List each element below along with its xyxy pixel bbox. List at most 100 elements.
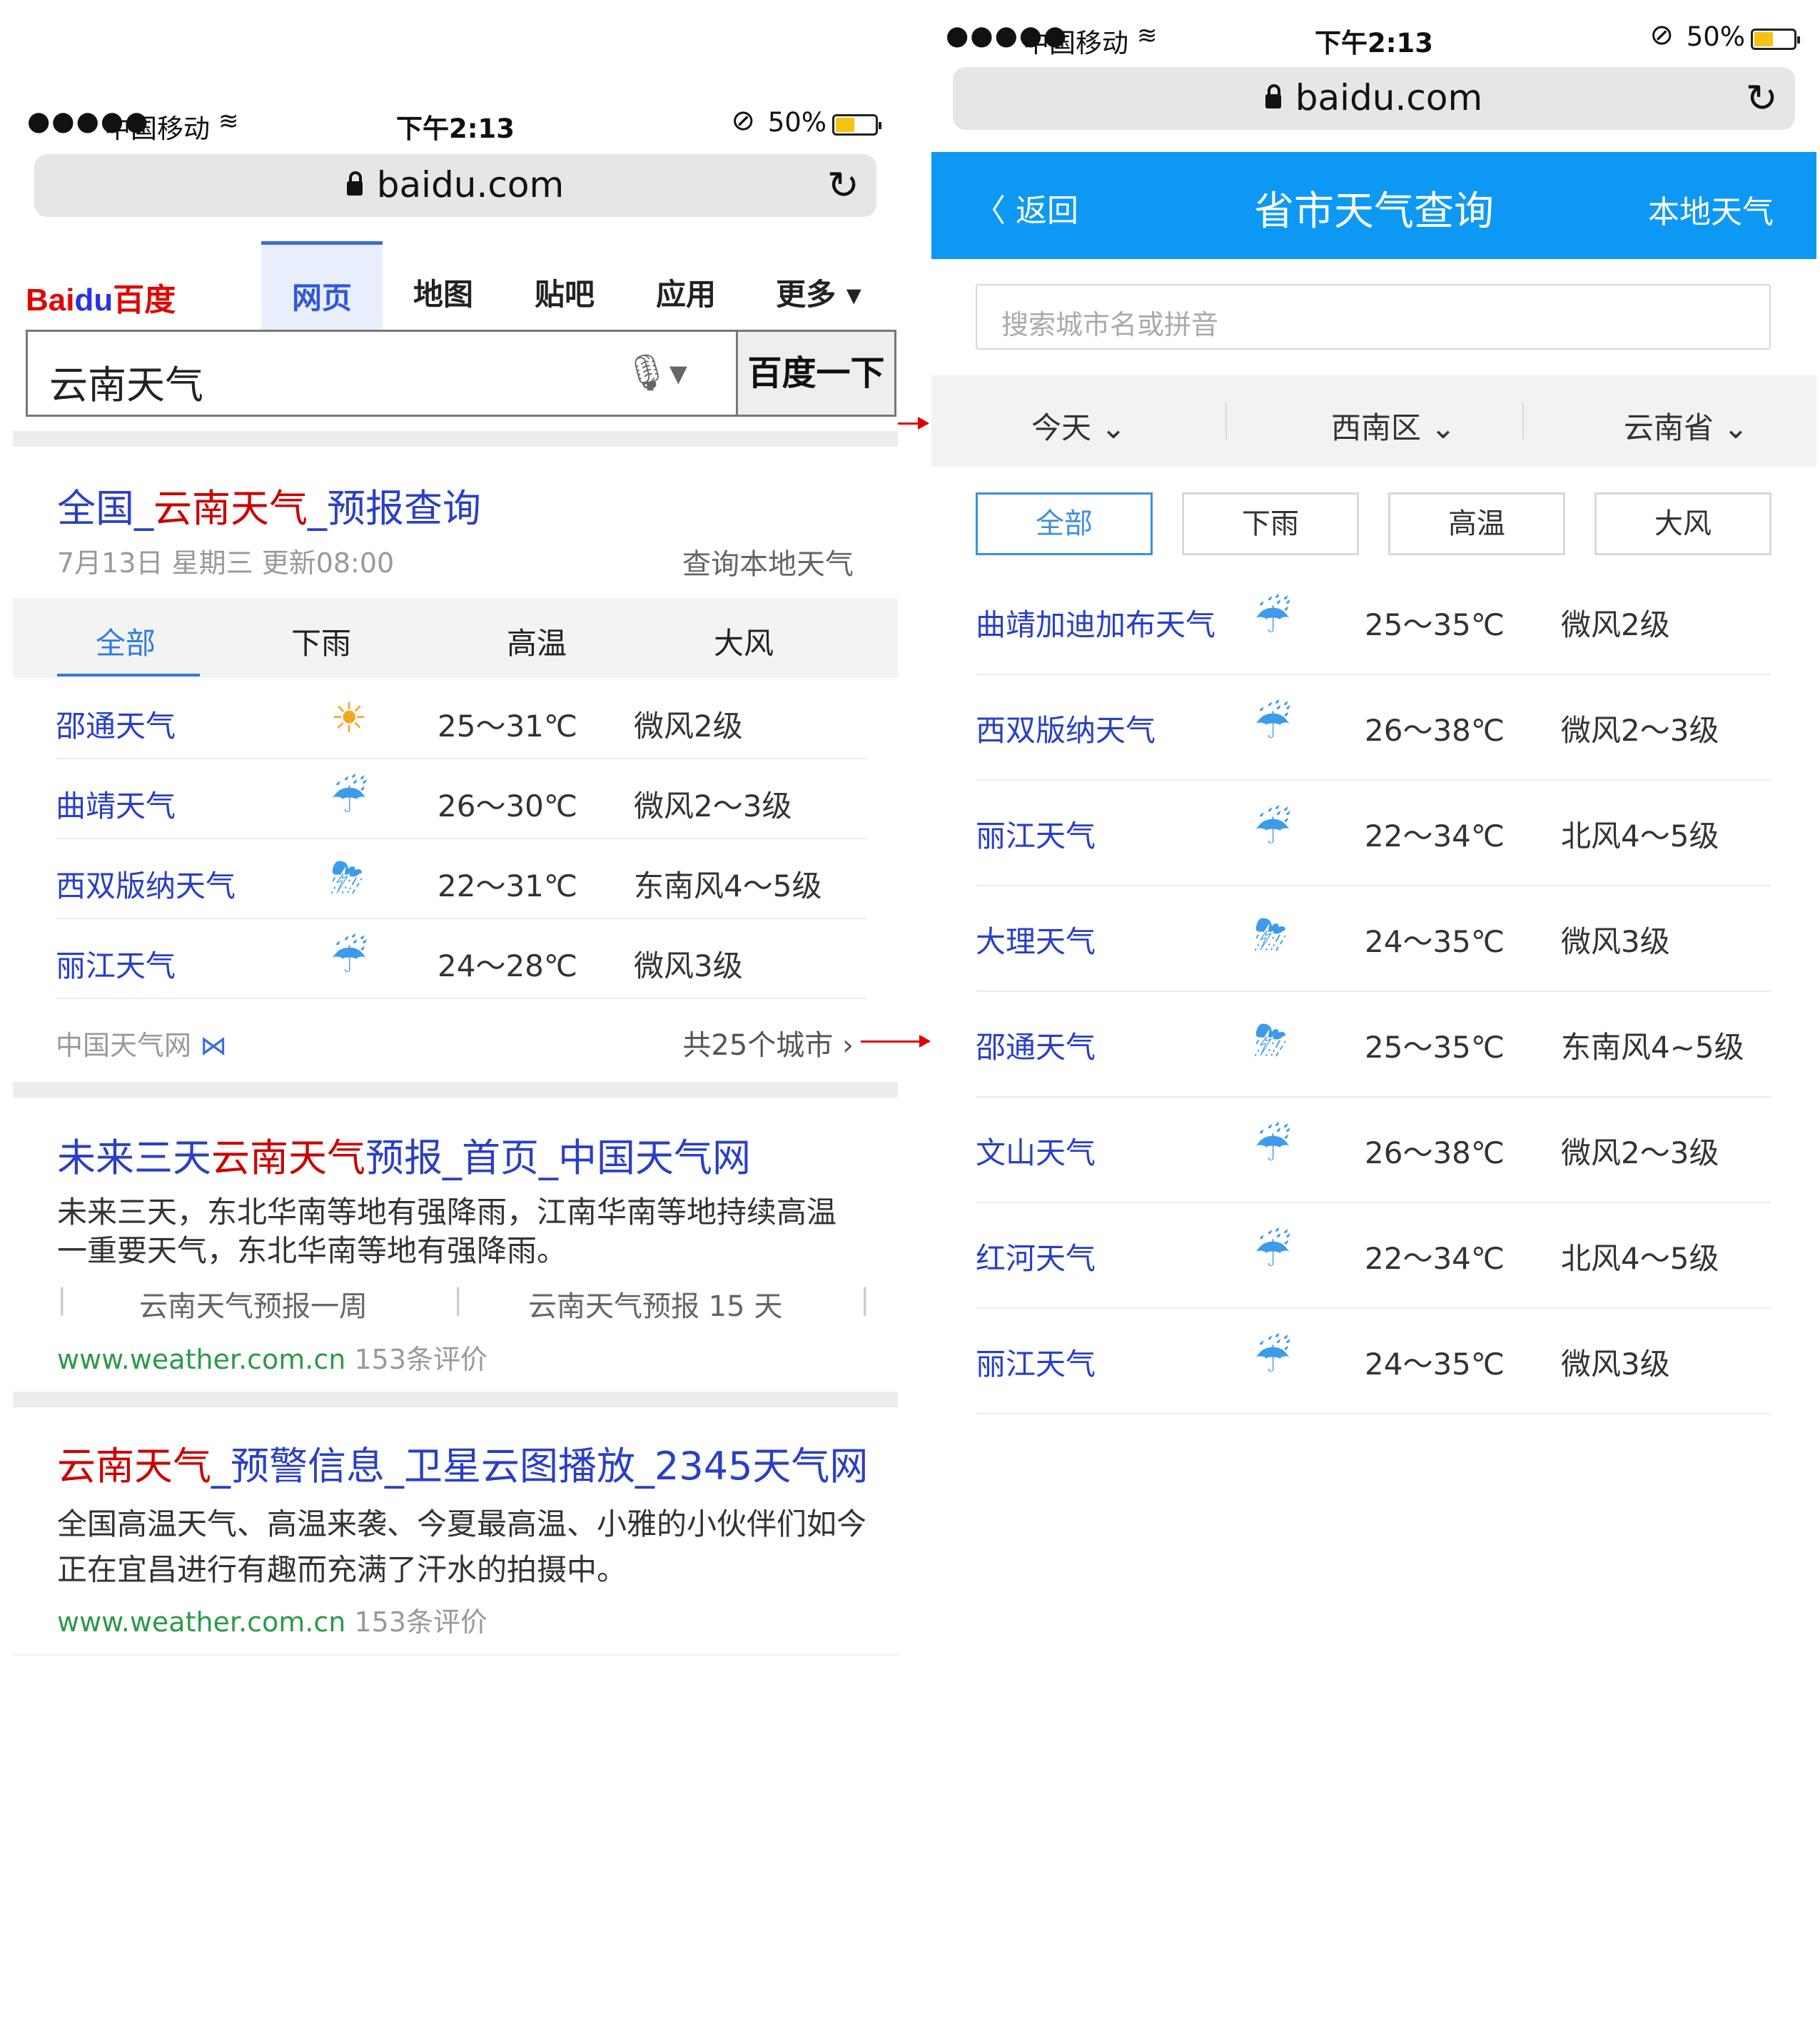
city-name[interactable]: 丽江天气	[56, 942, 176, 986]
weather-row[interactable]: 文山天气 ☔ 26～38℃ 微风2～3级	[976, 1098, 1771, 1203]
filter-divider	[1522, 402, 1524, 440]
battery-percent: 50%	[767, 107, 826, 138]
wind: 北风4～5级	[1561, 1241, 1719, 1276]
sublink-15day[interactable]: 云南天气预报 15 天	[528, 1283, 782, 1325]
result-title[interactable]: 全国_云南天气_预报查询	[57, 477, 481, 533]
battery-icon	[832, 114, 881, 136]
wtab-hot[interactable]: 高温	[507, 619, 567, 663]
wind: 微风2～3级	[1561, 1135, 1719, 1170]
sublink-week[interactable]: 云南天气预报一周	[139, 1283, 368, 1325]
mic-icon[interactable]: 🎙▾	[624, 352, 687, 394]
filter-province[interactable]: 云南省 ⌄	[1624, 404, 1749, 447]
local-weather-button[interactable]: 本地天气	[1648, 186, 1774, 232]
wtab-rain[interactable]: 下雨	[291, 619, 351, 663]
wtab-all[interactable]: 全部	[96, 619, 156, 663]
temp: 22～34℃	[1365, 819, 1505, 854]
local-weather-link[interactable]: 查询本地天气	[682, 541, 854, 582]
weather-row[interactable]: 丽江天气 ☔ 24～35℃ 微风3级	[976, 1309, 1771, 1414]
address-bar[interactable]: baidu.com ↻	[34, 154, 876, 217]
chip-all[interactable]: 全部	[976, 492, 1153, 555]
result-url[interactable]: www.weather.com.cn 153条评价	[57, 1600, 487, 1639]
temp: 25～31℃	[438, 709, 578, 744]
weather-filter-tabs: 全部 下雨 高温 大风	[13, 598, 898, 678]
weather-row[interactable]: 丽江天气 ☔ 22～34℃ 北风4～5级	[976, 781, 1771, 886]
filter-region[interactable]: 西南区 ⌄	[1331, 404, 1456, 447]
city-name[interactable]: 西双版纳天气	[976, 706, 1156, 750]
url-domain: baidu.com	[1295, 77, 1483, 118]
city-name[interactable]: 曲靖加迪加布天气	[976, 601, 1215, 644]
result-title[interactable]: 未来三天云南天气预报_首页_中国天气网	[57, 1126, 751, 1182]
temp: 26～38℃	[1365, 713, 1505, 748]
weather-row[interactable]: 西双版纳天气 ⛈ 22～31℃ 东南风4～5级	[56, 839, 866, 919]
wind: 东南风4～5级	[634, 868, 822, 903]
wind: 微风2～3级	[634, 789, 792, 824]
tab-more[interactable]: 更多 ▾	[751, 241, 886, 330]
status-bar: ●●●●● 中国移动 ≋ 下午2:13 ⊘ 50%	[13, 98, 898, 148]
city-name[interactable]: 红河天气	[976, 1235, 1096, 1278]
rain-icon: ☔	[1254, 699, 1291, 748]
active-tab-underline	[57, 674, 200, 677]
weather-row[interactable]: 西双版纳天气 ☔ 26～38℃ 微风2～3级	[976, 675, 1771, 781]
city-name[interactable]: 邵通天气	[976, 1023, 1096, 1067]
wind: 北风4～5级	[1561, 819, 1719, 854]
wind: 微风2级	[634, 709, 743, 744]
city-name[interactable]: 文山天气	[976, 1129, 1096, 1173]
wind: 微风3级	[634, 948, 743, 983]
more-cities-link[interactable]: 共25个城市 ›	[682, 1022, 854, 1063]
weather-row[interactable]: 邵通天气 ⛈ 25～35℃ 东南风4~5级	[976, 992, 1771, 1098]
divider	[13, 431, 898, 447]
weather-row[interactable]: 曲靖天气 ☔ 26～30℃ 微风2～3级	[56, 759, 866, 839]
filter-day[interactable]: 今天 ⌄	[1031, 404, 1126, 447]
tab-tieba[interactable]: 贴吧	[504, 241, 625, 330]
city-name[interactable]: 大理天气	[976, 918, 1096, 961]
chip-wind[interactable]: 大风	[1594, 492, 1771, 555]
result-url[interactable]: www.weather.com.cn 153条评价	[57, 1337, 487, 1377]
result-title[interactable]: 云南天气_预警信息_卫星云图播放_2345天气网	[57, 1434, 868, 1491]
search-button[interactable]: 百度一下	[736, 332, 894, 415]
update-date: 7月13日 星期三 更新08:00	[57, 547, 395, 579]
temp: 22～34℃	[1365, 1241, 1505, 1276]
tab-web[interactable]: 网页	[261, 241, 383, 330]
city-name[interactable]: 丽江天气	[976, 1340, 1096, 1384]
city-name[interactable]: 西双版纳天气	[56, 862, 236, 906]
weather-row[interactable]: 丽江天气 ☔ 24～28℃ 微风3级	[56, 919, 866, 999]
address-bar[interactable]: baidu.com ↻	[953, 67, 1795, 130]
status-time: 下午2:13	[395, 113, 515, 144]
city-search-input[interactable]: 搜索城市名或拼音	[976, 284, 1771, 350]
result-snippet: 全国高温天气、高温来袭、今夏最高温、小雅的小伙伴们如今 正在宜昌进行有趣而充满了…	[57, 1506, 867, 1587]
reload-icon[interactable]: ↻	[827, 163, 859, 208]
tab-apps[interactable]: 应用	[625, 241, 747, 330]
baidu-logo[interactable]: Baidu百度	[26, 274, 176, 320]
rotation-lock-icon: ⊘	[731, 104, 755, 137]
rotation-lock-icon: ⊘	[1649, 19, 1674, 51]
flow-arrow	[898, 417, 929, 430]
temp: 24～35℃	[1365, 1347, 1505, 1382]
chip-rain[interactable]: 下雨	[1182, 492, 1359, 555]
divider	[13, 1654, 898, 1656]
weather-row[interactable]: 邵通天气 ☀ 25～31℃ 微风2级	[56, 679, 866, 759]
thunderstorm-icon: ⛈	[1254, 1016, 1288, 1065]
search-box[interactable]: 云南天气 🎙▾ 百度一下	[26, 330, 896, 417]
reload-icon[interactable]: ↻	[1746, 76, 1778, 121]
city-name[interactable]: 丽江天气	[976, 812, 1096, 856]
temp: 26～38℃	[1365, 1135, 1505, 1170]
city-name[interactable]: 邵通天气	[56, 702, 176, 746]
chip-hot[interactable]: 高温	[1388, 492, 1565, 555]
battery-icon	[1751, 29, 1800, 50]
wind: 东南风4~5级	[1561, 1030, 1744, 1065]
logo-paw: du	[74, 283, 113, 318]
page-header: 〈 返回 省市天气查询 本地天气	[931, 152, 1816, 259]
weather-row[interactable]: 大理天气 ⛈ 24～35℃ 微风3级	[976, 886, 1771, 992]
search-input[interactable]: 云南天气	[49, 353, 203, 410]
temp: 24～35℃	[1365, 924, 1505, 959]
rain-icon: ☔	[1254, 1122, 1291, 1170]
tab-map[interactable]: 地图	[383, 241, 504, 330]
weather-row[interactable]: 曲靖加迪加布天气 ☔ 25～35℃ 微风2级	[976, 569, 1771, 675]
temp: 22～31℃	[438, 868, 578, 903]
rain-icon: ☔	[1254, 594, 1291, 642]
wtab-wind[interactable]: 大风	[714, 619, 774, 663]
city-name[interactable]: 曲靖天气	[56, 782, 176, 826]
weather-row[interactable]: 红河天气 ☔ 22～34℃ 北风4～5级	[976, 1203, 1771, 1309]
battery-percent: 50%	[1686, 21, 1745, 52]
left-screen: ●●●●● 中国移动 ≋ 下午2:13 ⊘ 50% baidu.com ↻ Ba…	[13, 98, 898, 1783]
